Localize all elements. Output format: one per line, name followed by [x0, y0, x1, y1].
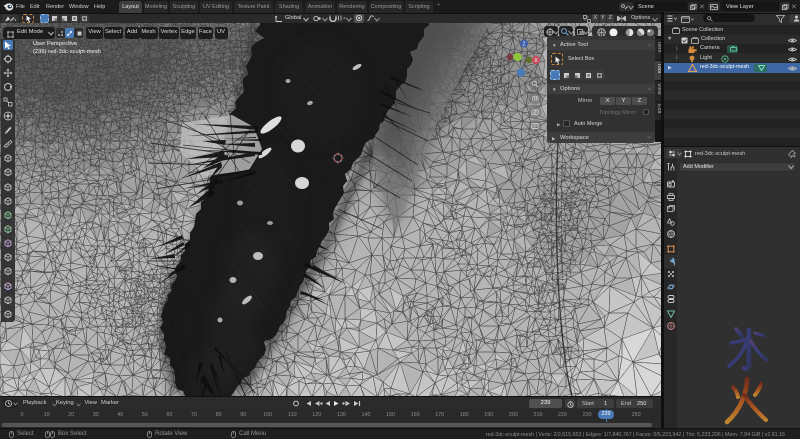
svg-text:(239) red-3dc-sculpt-mesh: (239) red-3dc-sculpt-mesh [33, 49, 101, 55]
svg-text:User Perspective: User Perspective [33, 41, 77, 47]
svg-text:Z: Z [522, 42, 525, 48]
